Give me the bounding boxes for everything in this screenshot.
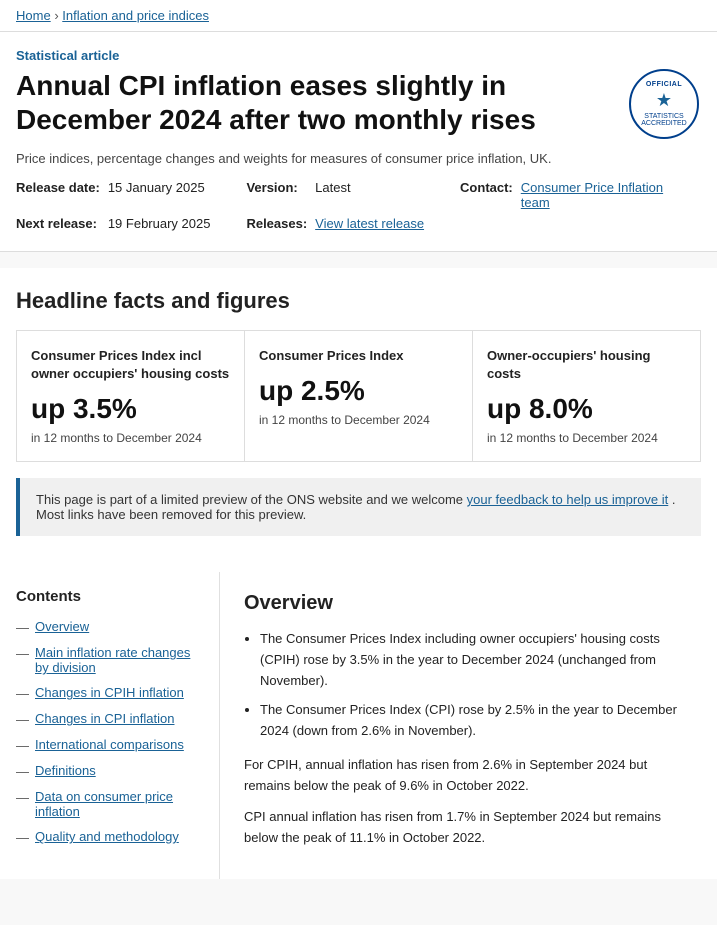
releases-label: Releases: <box>230 216 315 231</box>
statistical-label: Statistical article <box>16 48 701 63</box>
release-date-label: Release date: <box>16 180 108 195</box>
overview-title: Overview <box>244 592 697 615</box>
sidebar-item-quality[interactable]: — Quality and methodology <box>16 829 203 845</box>
cards-row: Consumer Prices Index incl owner occupie… <box>16 330 701 462</box>
contents-title: Contents <box>16 588 203 605</box>
card-cpi-desc: in 12 months to December 2024 <box>259 413 458 427</box>
card-cpih-value: up 3.5% <box>31 393 230 425</box>
card-cpih-desc: in 12 months to December 2024 <box>31 431 230 445</box>
preview-banner: This page is part of a limited preview o… <box>16 478 701 536</box>
sidebar-link-definitions[interactable]: Definitions <box>35 763 96 778</box>
dash-icon: — <box>16 686 29 701</box>
overview-bullets: The Consumer Prices Index including owne… <box>260 629 697 741</box>
card-cpih-title: Consumer Prices Index incl owner occupie… <box>31 347 230 383</box>
card-owner-desc: in 12 months to December 2024 <box>487 431 686 445</box>
page-title: Annual CPI inflation eases slightly in D… <box>16 69 596 136</box>
card-owner: Owner-occupiers' housing costs up 8.0% i… <box>473 331 700 461</box>
releases-link[interactable]: View latest release <box>315 216 424 231</box>
dash-icon: — <box>16 712 29 727</box>
sidebar: Contents — Overview — Main inflation rat… <box>0 572 220 878</box>
sidebar-link-international[interactable]: International comparisons <box>35 737 184 752</box>
sidebar-link-main-inflation[interactable]: Main inflation rate changes by division <box>35 645 203 675</box>
next-release-date: 19 February 2025 <box>108 216 231 231</box>
content-area: Overview The Consumer Prices Index inclu… <box>220 572 717 878</box>
dash-icon: — <box>16 646 29 661</box>
contact-link[interactable]: Consumer Price Inflation team <box>521 180 663 210</box>
card-cpi-value: up 2.5% <box>259 375 458 407</box>
sidebar-item-definitions[interactable]: — Definitions <box>16 763 203 779</box>
headline-section: Headline facts and figures Consumer Pric… <box>0 268 717 572</box>
dash-icon: — <box>16 738 29 753</box>
version-label: Version: <box>230 180 315 195</box>
overview-bullet-1: The Consumer Prices Index including owne… <box>260 629 697 691</box>
contact-link-wrap: Consumer Price Inflation team <box>521 180 701 210</box>
releases-link-wrap: View latest release <box>315 216 444 231</box>
sidebar-item-cpih[interactable]: — Changes in CPIH inflation <box>16 685 203 701</box>
breadcrumb: Home › Inflation and price indices <box>0 0 717 32</box>
dash-icon: — <box>16 764 29 779</box>
official-badge: OFFICIAL ★ STATISTICSAccredited <box>629 69 701 141</box>
header-section: Statistical article Annual CPI inflation… <box>0 32 717 252</box>
release-date-value: 15 January 2025 <box>108 180 231 195</box>
overview-bullet-2: The Consumer Prices Index (CPI) rose by … <box>260 700 697 742</box>
sidebar-item-international[interactable]: — International comparisons <box>16 737 203 753</box>
sidebar-link-overview[interactable]: Overview <box>35 619 89 634</box>
overview-para-1: For CPIH, annual inflation has risen fro… <box>244 755 697 797</box>
breadcrumb-home[interactable]: Home <box>16 8 51 23</box>
card-cpih: Consumer Prices Index incl owner occupie… <box>17 331 245 461</box>
badge-icon: ★ <box>656 90 672 111</box>
sidebar-item-cpi[interactable]: — Changes in CPI inflation <box>16 711 203 727</box>
sidebar-link-cpi[interactable]: Changes in CPI inflation <box>35 711 174 726</box>
sidebar-link-data[interactable]: Data on consumer price inflation <box>35 789 203 819</box>
headline-title: Headline facts and figures <box>16 288 701 314</box>
sidebar-link-quality[interactable]: Quality and methodology <box>35 829 179 844</box>
main-layout: Contents — Overview — Main inflation rat… <box>0 572 717 878</box>
card-owner-title: Owner-occupiers' housing costs <box>487 347 686 383</box>
preview-text-before: This page is part of a limited preview o… <box>36 492 467 507</box>
sidebar-item-overview[interactable]: — Overview <box>16 619 203 635</box>
overview-para-2: CPI annual inflation has risen from 1.7%… <box>244 807 697 849</box>
breadcrumb-section[interactable]: Inflation and price indices <box>62 8 209 23</box>
preview-feedback-link[interactable]: your feedback to help us improve it <box>467 492 669 507</box>
dash-icon: — <box>16 790 29 805</box>
subtitle: Price indices, percentage changes and we… <box>16 151 701 166</box>
card-cpi: Consumer Prices Index up 2.5% in 12 mont… <box>245 331 473 461</box>
sidebar-item-main-inflation[interactable]: — Main inflation rate changes by divisio… <box>16 645 203 675</box>
dash-icon: — <box>16 830 29 845</box>
version-value: Latest <box>315 180 444 195</box>
dash-icon: — <box>16 620 29 635</box>
next-release-label: Next release: <box>16 216 108 231</box>
contact-label: Contact: <box>444 180 521 195</box>
sidebar-item-data[interactable]: — Data on consumer price inflation <box>16 789 203 819</box>
card-cpi-title: Consumer Prices Index <box>259 347 458 365</box>
card-owner-value: up 8.0% <box>487 393 686 425</box>
sidebar-link-cpih[interactable]: Changes in CPIH inflation <box>35 685 184 700</box>
